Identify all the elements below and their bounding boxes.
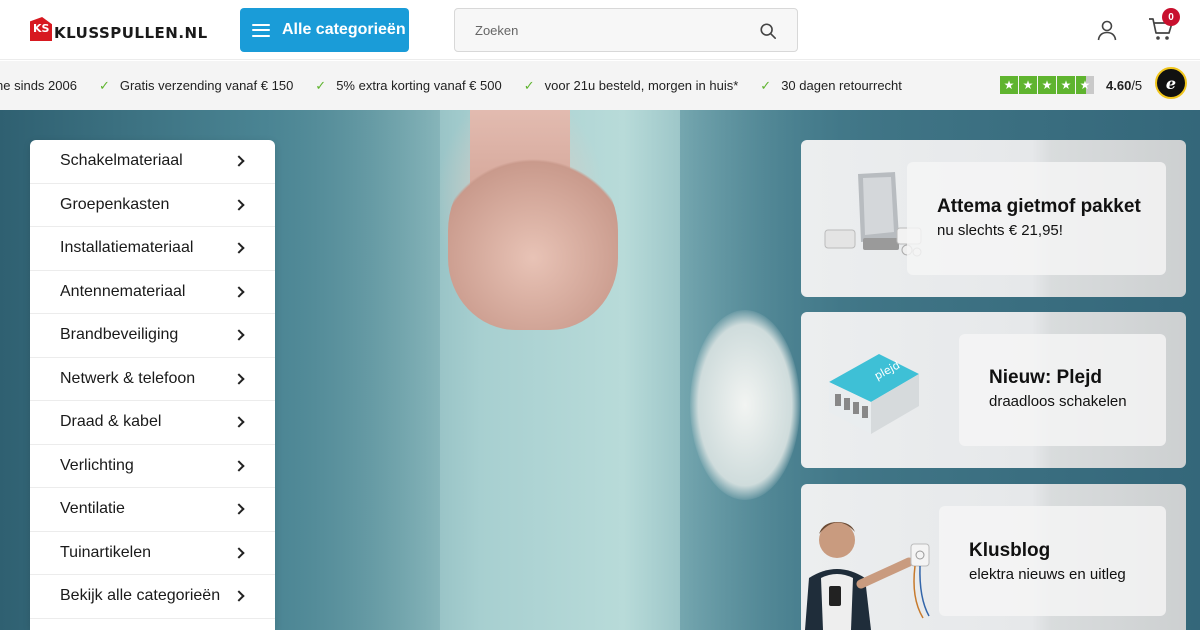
usp-text: 30 dagen retourrecht: [781, 78, 902, 93]
usp-item: ✓ 5% extra korting vanaf € 500: [315, 78, 501, 94]
usp-item: ✓ Gratis verzending vanaf € 150: [99, 78, 293, 94]
klusblog-person-image: [805, 522, 930, 630]
customer-rating[interactable]: ★ ★ ★ ★ ★ 4.60/5: [1000, 76, 1142, 94]
promo-card-klusblog[interactable]: Klusblog elektra nieuws en uitleg: [801, 484, 1186, 630]
chevron-right-icon: [233, 373, 245, 385]
usp-item: ✓ 30 dagen retourrecht: [760, 78, 902, 94]
all-categories-label: Alle categorieën: [282, 21, 406, 38]
chevron-right-icon: [233, 199, 245, 211]
star-icon: ★: [1019, 76, 1037, 94]
category-item-draad-kabel[interactable]: Draad & kabel: [30, 401, 275, 445]
promo-subtitle: nu slechts € 21,95!: [937, 222, 1063, 239]
plejd-product-image: plejd: [829, 354, 919, 434]
category-item-verlichting[interactable]: Verlichting: [30, 445, 275, 488]
search-icon[interactable]: [759, 22, 777, 40]
usp-text: 5% extra korting vanaf € 500: [336, 78, 502, 93]
star-icon: ★: [1000, 76, 1018, 94]
usp-item: ✓ voor 21u besteld, morgen in huis*: [524, 78, 739, 94]
star-half-icon: ★: [1076, 76, 1094, 94]
chevron-right-icon: [233, 460, 245, 472]
promo-title: Nieuw: Plejd: [989, 367, 1102, 388]
category-item-brandbeveiliging[interactable]: Brandbeveiliging: [30, 314, 275, 358]
promo-title: Klusblog: [969, 540, 1051, 561]
category-item-installatiemateriaal[interactable]: Installatiemateriaal: [30, 227, 275, 271]
account-icon[interactable]: [1096, 19, 1118, 41]
all-categories-button[interactable]: Alle categorieën: [240, 8, 409, 52]
promo-subtitle: elektra nieuws en uitleg: [969, 566, 1126, 583]
star-icon: ★: [1057, 76, 1075, 94]
check-icon: ✓: [523, 77, 535, 93]
trusted-shops-badge[interactable]: e: [1155, 67, 1187, 99]
promo-title: Attema gietmof pakket: [937, 196, 1141, 217]
check-icon: ✓: [315, 77, 327, 93]
cart-count-badge: 0: [1162, 8, 1180, 26]
hero-jeans-tear: [690, 310, 800, 500]
usp-list: ne sinds 2006 ✓ Gratis verzending vanaf …: [0, 61, 924, 110]
category-item-tuinartikelen[interactable]: Tuinartikelen: [30, 532, 275, 575]
site-header: KS KLUSSPULLEN.NL Alle categorieën 0: [0, 0, 1200, 60]
site-logo[interactable]: KS KLUSSPULLEN.NL: [30, 16, 208, 42]
chevron-right-icon: [233, 416, 245, 428]
category-item-netwerk-telefoon[interactable]: Netwerk & telefoon: [30, 358, 275, 401]
promo-card-plejd[interactable]: plejd Nieuw: Plejd draadloos schakelen: [801, 312, 1186, 468]
chevron-right-icon: [233, 155, 245, 167]
star-icon: ★: [1038, 76, 1056, 94]
search-input[interactable]: [455, 9, 735, 51]
category-item-groepenkasten[interactable]: Groepenkasten: [30, 184, 275, 227]
search-bar: [454, 8, 798, 52]
chevron-right-icon: [233, 242, 245, 254]
usp-text: voor 21u besteld, morgen in huis*: [544, 78, 739, 93]
usp-track: ne sinds 2006 ✓ Gratis verzending vanaf …: [0, 61, 990, 110]
check-icon: ✓: [760, 77, 772, 93]
chevron-right-icon: [233, 286, 245, 298]
promo-subtitle: draadloos schakelen: [989, 393, 1127, 410]
usp-text: ne sinds 2006: [0, 78, 77, 93]
category-item-all[interactable]: Bekijk alle categorieën: [30, 575, 275, 619]
logo-text: KLUSSPULLEN.NL: [54, 24, 208, 42]
promo-text-panel: [907, 162, 1166, 275]
check-icon: ✓: [98, 77, 110, 93]
logo-mark: KS: [30, 17, 52, 41]
chevron-right-icon: [233, 503, 245, 515]
usp-bar: ne sinds 2006 ✓ Gratis verzending vanaf …: [0, 61, 1200, 110]
rating-stars: ★ ★ ★ ★ ★: [1000, 76, 1094, 94]
usp-item: ne sinds 2006: [0, 78, 77, 93]
chevron-right-icon: [233, 547, 245, 559]
hamburger-icon: [252, 23, 270, 37]
chevron-right-icon: [233, 329, 245, 341]
hero-hand: [448, 150, 618, 330]
chevron-right-icon: [233, 590, 245, 602]
category-item-schakelmateriaal[interactable]: Schakelmateriaal: [30, 140, 275, 184]
usp-text: Gratis verzending vanaf € 150: [119, 78, 294, 93]
promo-card-gietmof[interactable]: Attema gietmof pakket nu slechts € 21,95…: [801, 140, 1186, 297]
category-menu: Schakelmateriaal Groepenkasten Installat…: [30, 140, 275, 630]
category-item-antennemateriaal[interactable]: Antennemateriaal: [30, 271, 275, 314]
category-item-ventilatie[interactable]: Ventilatie: [30, 488, 275, 532]
rating-value: 4.60/5: [1106, 77, 1143, 93]
promo-text-panel: [959, 334, 1166, 446]
